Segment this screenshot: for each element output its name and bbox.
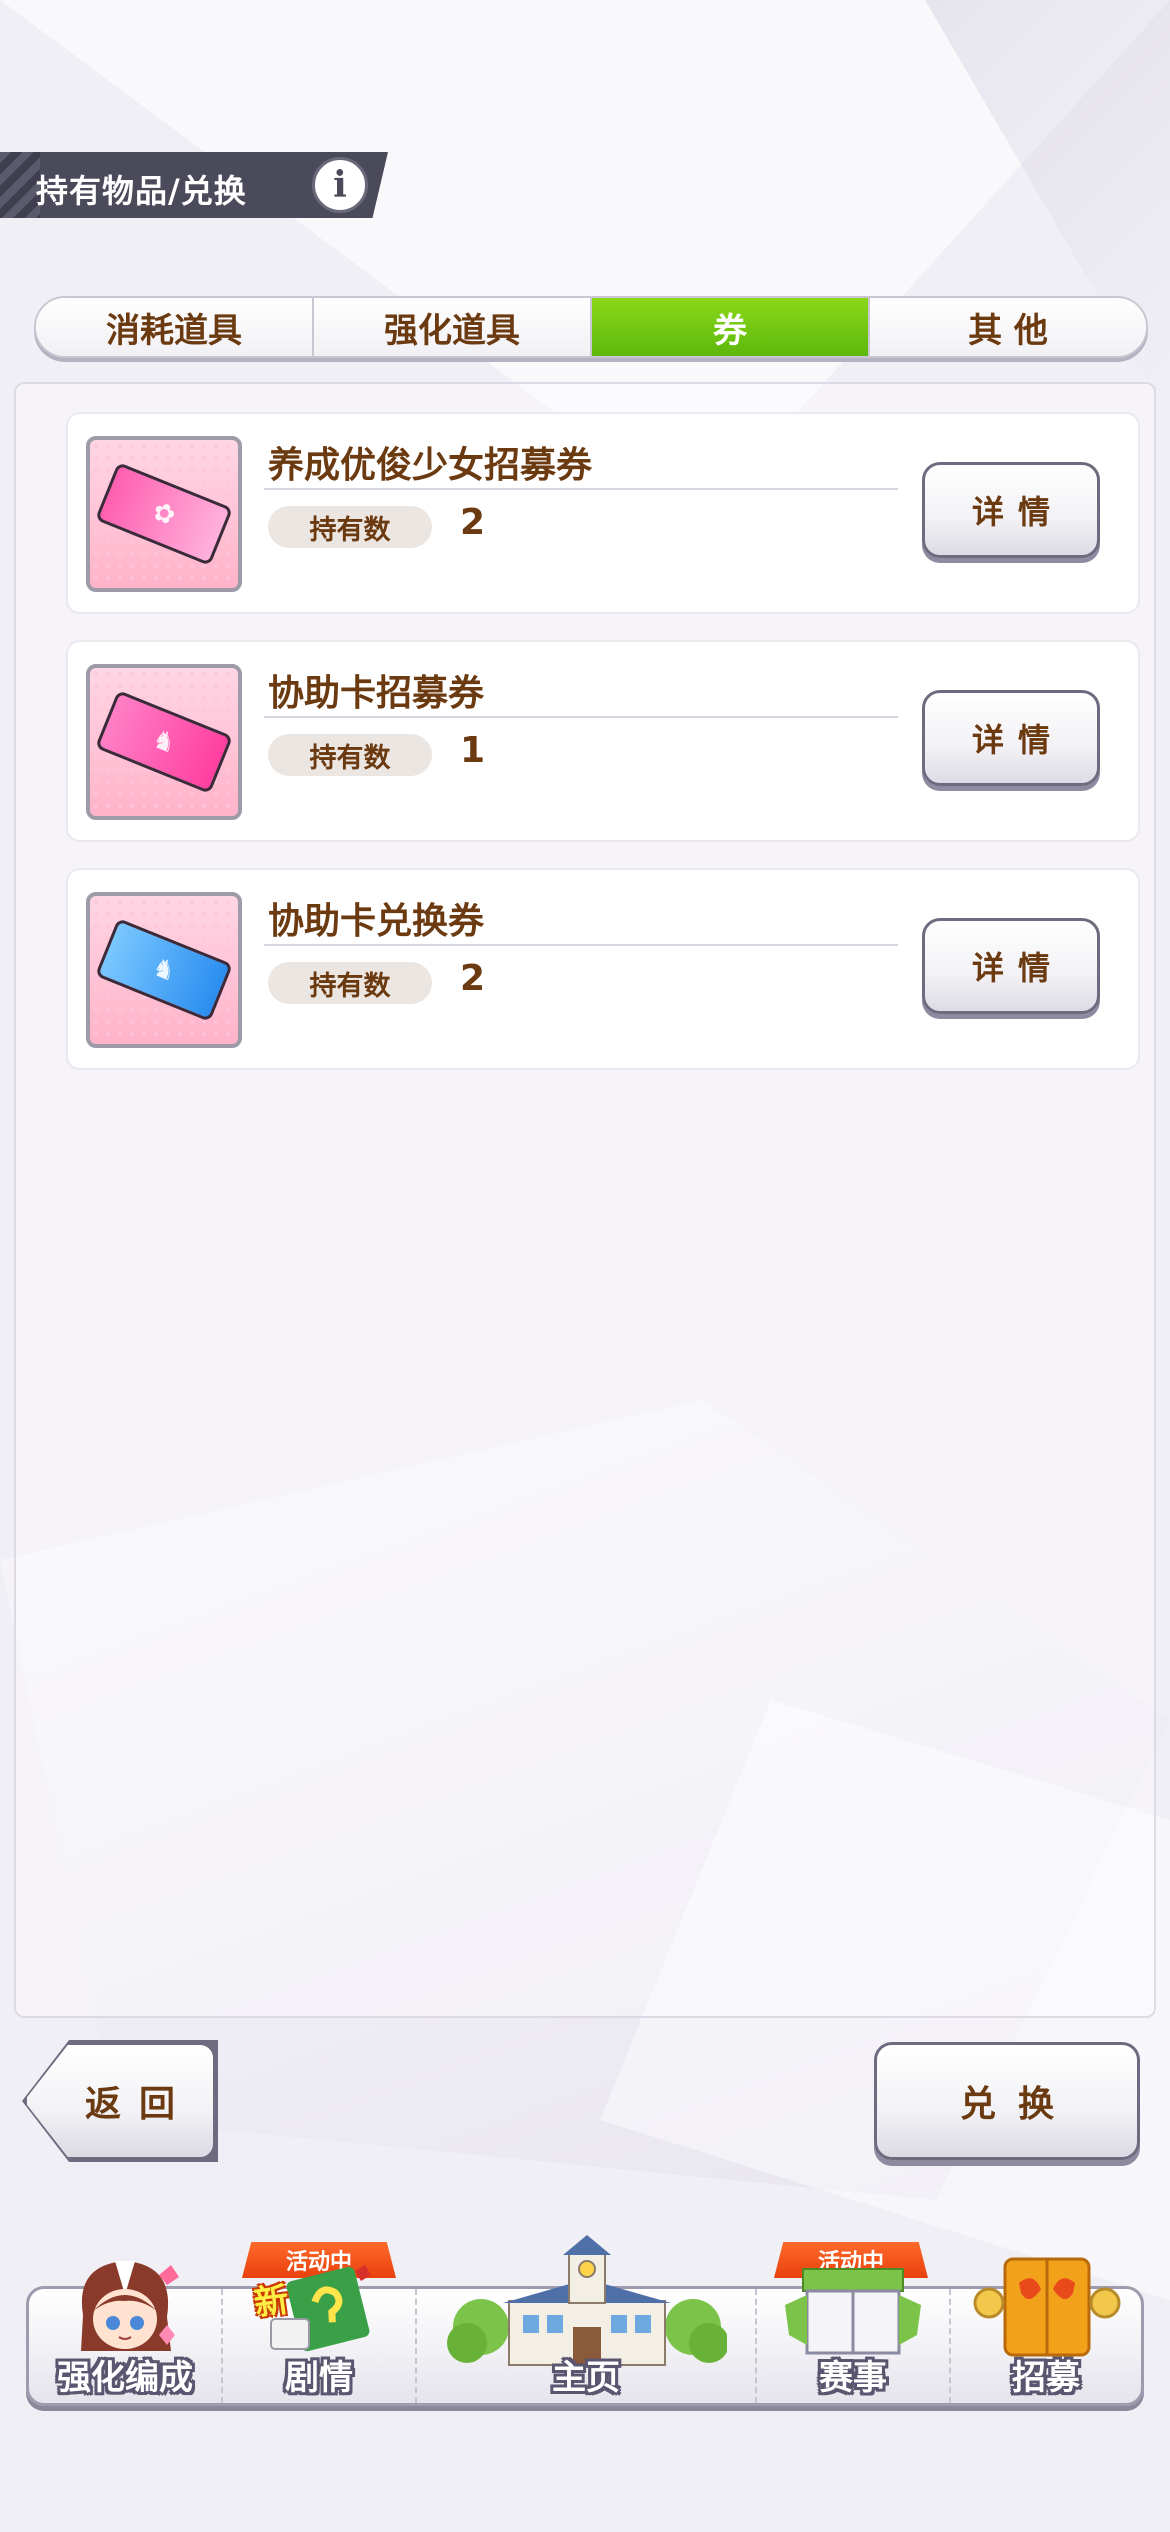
- tab-other[interactable]: 其 他: [870, 298, 1146, 356]
- new-badge: 新: [251, 2279, 292, 2325]
- blue-ticket-icon: ♞: [86, 892, 242, 1048]
- category-tabs: 消耗道具 强化道具 券 其 他: [34, 296, 1148, 358]
- count-value: 1: [460, 730, 486, 771]
- info-button[interactable]: i: [312, 157, 368, 213]
- header-stripe: [0, 152, 40, 218]
- list-item: ✿ 养成优俊少女招募券 持有数 2 详情: [66, 412, 1140, 614]
- item-name: 协助卡兑换券: [268, 901, 485, 942]
- list-item: ♞ 协助卡招募券 持有数 1 详情: [66, 640, 1140, 842]
- count-value: 2: [460, 958, 486, 999]
- item-name: 养成优俊少女招募券: [268, 445, 593, 486]
- nav-item-gacha[interactable]: 招募: [951, 2257, 1141, 2403]
- tab-consumables[interactable]: 消耗道具: [36, 298, 314, 356]
- back-button[interactable]: 返回: [24, 2042, 216, 2160]
- count-label: 持有数: [268, 734, 432, 776]
- nav-label: 主页: [552, 2358, 620, 2398]
- nav-label: 赛事: [819, 2358, 887, 2398]
- divider: [264, 944, 898, 946]
- nav-label: 招募: [1012, 2358, 1080, 2398]
- count-value: 2: [460, 502, 486, 543]
- bottom-nav: 强化编成 剧情 主页 赛事 招募: [26, 2235, 1144, 2406]
- magenta-ticket-icon: ♞: [86, 664, 242, 820]
- detail-button[interactable]: 详情: [922, 918, 1100, 1014]
- list-item: ♞ 协助卡兑换券 持有数 2 详情: [66, 868, 1140, 1070]
- detail-button[interactable]: 详情: [922, 462, 1100, 558]
- nav-item-race[interactable]: 赛事: [757, 2268, 951, 2403]
- detail-button[interactable]: 详情: [922, 690, 1100, 786]
- nav-item-enhance[interactable]: 强化编成: [29, 2261, 223, 2403]
- divider: [264, 716, 898, 718]
- nav-label: 剧情: [285, 2358, 353, 2398]
- item-list-panel: ✿ 养成优俊少女招募券 持有数 2 详情 ♞ 协助卡招募券 持有数 1 详情 ♞…: [14, 382, 1156, 2018]
- nav-item-story[interactable]: 剧情: [223, 2265, 417, 2403]
- tab-tickets[interactable]: 券: [592, 298, 870, 356]
- nav-label: 强化编成: [57, 2358, 193, 2398]
- page-title: 持有物品/兑换: [36, 172, 247, 210]
- item-name: 协助卡招募券: [268, 673, 485, 714]
- tab-enhancement-items[interactable]: 强化道具: [314, 298, 592, 356]
- count-label: 持有数: [268, 506, 432, 548]
- pink-ticket-icon: ✿: [86, 436, 242, 592]
- divider: [264, 488, 898, 490]
- gacha-door-icon: [973, 2257, 1121, 2357]
- exchange-button[interactable]: 兑换: [874, 2042, 1140, 2160]
- count-label: 持有数: [268, 962, 432, 1004]
- info-icon: i: [333, 164, 347, 206]
- nav-item-home[interactable]: 主页: [417, 2235, 757, 2403]
